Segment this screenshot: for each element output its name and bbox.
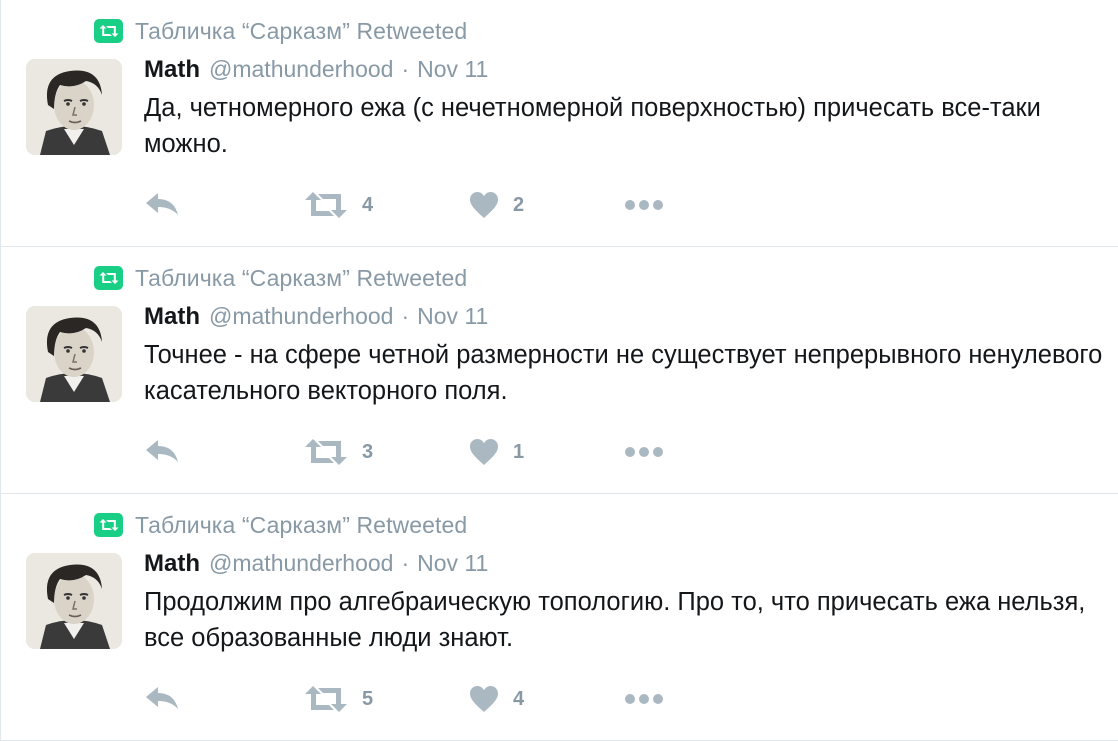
separator-dot: ·	[401, 56, 410, 82]
like-count: 4	[513, 687, 525, 710]
heart-icon	[470, 192, 498, 218]
reply-icon	[146, 440, 178, 462]
tweet-date[interactable]: Nov 11	[417, 303, 488, 330]
more-button[interactable]	[624, 188, 664, 222]
display-name[interactable]: Math	[144, 550, 200, 578]
retweet-button[interactable]: 5	[304, 682, 373, 716]
user-handle[interactable]: @mathunderhood	[209, 56, 393, 83]
tweet[interactable]: Табличка “Сарказм” Retweeted Math @mathu…	[0, 0, 1118, 247]
reply-icon	[146, 193, 178, 215]
like-button[interactable]: 1	[469, 435, 524, 469]
retweet-badge-icon	[94, 513, 123, 537]
retweet-icon	[305, 439, 347, 465]
like-count: 2	[513, 193, 525, 216]
tweet-date[interactable]: Nov 11	[417, 56, 488, 83]
display-name[interactable]: Math	[144, 56, 200, 84]
like-count: 1	[513, 440, 525, 463]
more-icon	[625, 200, 663, 210]
retweet-badge-icon	[94, 266, 123, 290]
user-handle[interactable]: @mathunderhood	[209, 550, 393, 577]
retweet-badge-icon	[94, 19, 123, 43]
avatar[interactable]	[26, 59, 122, 155]
like-button[interactable]: 2	[469, 188, 524, 222]
avatar[interactable]	[26, 553, 122, 649]
tweet-header: Math @mathunderhood · Nov 11	[144, 550, 488, 582]
heart-icon	[470, 686, 498, 712]
tweet-text: Да, четномерного ежа (с нечетномерной по…	[144, 94, 1041, 158]
more-icon	[625, 694, 663, 704]
reply-button[interactable]	[144, 188, 180, 222]
retweet-context-text: Табличка “Сарказм” Retweeted	[135, 511, 468, 538]
separator-dot: ·	[401, 303, 410, 329]
more-button[interactable]	[624, 682, 664, 716]
tweet-text: Продолжим про алгебраическую топологию. …	[144, 588, 1086, 652]
tweet-date[interactable]: Nov 11	[417, 550, 488, 577]
tweet-actions: 3 1	[144, 435, 744, 469]
retweet-context: Табличка “Сарказм” Retweeted	[94, 510, 467, 540]
tweet[interactable]: Табличка “Сарказм” Retweeted Math @mathu…	[0, 494, 1118, 741]
tweet-header: Math @mathunderhood · Nov 11	[144, 56, 488, 88]
retweet-context: Табличка “Сарказм” Retweeted	[94, 16, 467, 46]
more-icon	[625, 447, 663, 457]
retweet-count: 3	[362, 440, 374, 463]
reply-button[interactable]	[144, 435, 180, 469]
reply-button[interactable]	[144, 682, 180, 716]
tweet-actions: 4 2	[144, 188, 744, 222]
retweet-context-text: Табличка “Сарказм” Retweeted	[135, 17, 468, 44]
tweet-text: Точнее - на сфере четной размерности не …	[144, 341, 1103, 405]
heart-icon	[470, 439, 498, 465]
retweet-context: Табличка “Сарказм” Retweeted	[94, 263, 467, 293]
separator-dot: ·	[401, 550, 410, 576]
retweet-button[interactable]: 3	[304, 435, 373, 469]
reply-icon	[146, 687, 178, 709]
tweet[interactable]: Табличка “Сарказм” Retweeted Math @mathu…	[0, 247, 1118, 494]
retweet-icon	[305, 686, 347, 712]
user-handle[interactable]: @mathunderhood	[209, 303, 393, 330]
retweet-context-text: Табличка “Сарказм” Retweeted	[135, 264, 468, 291]
retweet-icon	[305, 192, 347, 218]
avatar[interactable]	[26, 306, 122, 402]
retweet-count: 5	[362, 687, 374, 710]
retweet-count: 4	[362, 193, 374, 216]
tweet-actions: 5 4	[144, 682, 744, 716]
retweet-button[interactable]: 4	[304, 188, 373, 222]
like-button[interactable]: 4	[469, 682, 524, 716]
tweet-header: Math @mathunderhood · Nov 11	[144, 303, 488, 335]
display-name[interactable]: Math	[144, 303, 200, 331]
more-button[interactable]	[624, 435, 664, 469]
